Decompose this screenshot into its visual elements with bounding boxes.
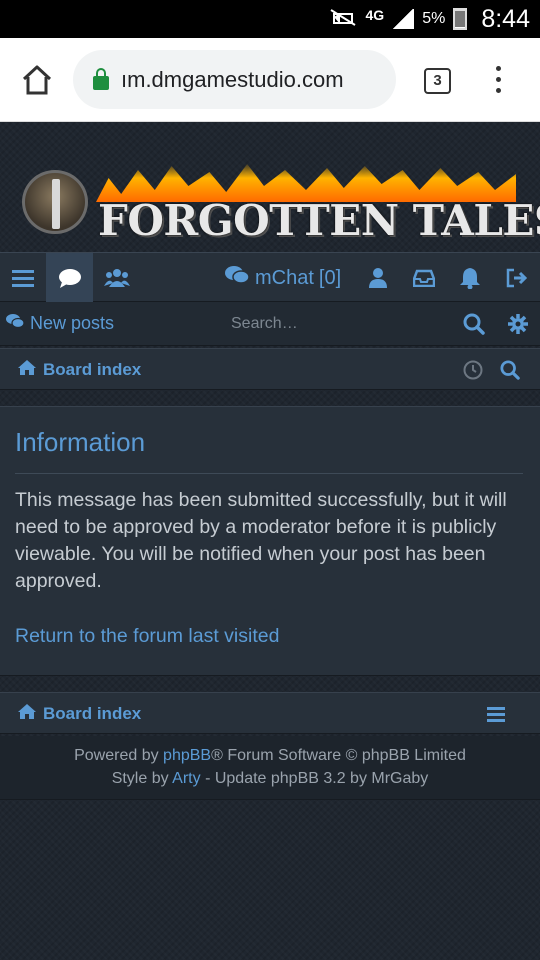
search-icon[interactable] <box>458 299 490 349</box>
breadcrumb-bottom: Board index <box>0 692 540 734</box>
gear-icon[interactable] <box>502 299 534 349</box>
copyright-text: ® Forum Software © phpBB Limited <box>211 747 466 764</box>
arty-link[interactable]: Arty <box>172 770 200 787</box>
mchat-label: mChat <box>255 266 314 289</box>
divider <box>15 473 523 474</box>
mchat-icon <box>224 265 250 291</box>
board-index-label: Board index <box>43 704 142 723</box>
tab-switcher-button[interactable]: 3 <box>424 68 451 94</box>
powered-by-text: Powered by <box>74 747 164 764</box>
android-status-bar: 4G 5% 8:44 <box>0 0 540 38</box>
board-index-label: Board index <box>43 360 142 379</box>
information-heading: Information <box>15 427 146 457</box>
information-panel: Information This message has been submit… <box>0 406 540 676</box>
new-posts-icon <box>5 313 25 334</box>
menu-dots-icon[interactable] <box>490 66 506 96</box>
return-to-forum-link[interactable]: Return to the forum last visited <box>15 625 279 648</box>
breadcrumb-board-index[interactable]: Board index <box>17 703 141 725</box>
search-input[interactable] <box>222 308 450 340</box>
powered-by-line: Powered by phpBB® Forum Software © phpBB… <box>0 736 540 767</box>
site-logo-text: FORGOTTEN TALES <box>98 196 540 245</box>
new-posts-label: New posts <box>30 313 115 333</box>
house-icon <box>17 703 37 725</box>
new-posts-link[interactable]: New posts <box>5 313 114 334</box>
style-by-text: Style by <box>111 770 173 787</box>
logo-shield <box>22 170 88 234</box>
logout-icon[interactable] <box>496 253 538 303</box>
page-footer: Powered by phpBB® Forum Software © phpBB… <box>0 736 540 800</box>
forum-page: FORGOTTEN TALES mChat [0] New posts Sear… <box>0 122 540 960</box>
users-icon[interactable] <box>96 253 138 303</box>
bell-icon[interactable] <box>450 253 490 303</box>
chat-bubble-icon[interactable] <box>46 253 93 303</box>
user-icon[interactable] <box>358 253 398 303</box>
clock-icon[interactable] <box>459 345 487 395</box>
mute-icon <box>328 7 358 32</box>
phpbb-link[interactable]: phpBB <box>163 747 211 764</box>
search-icon[interactable] <box>494 345 526 395</box>
mchat-link[interactable]: mChat [0] <box>224 265 341 291</box>
house-icon <box>17 359 37 381</box>
information-message: This message has been submitted successf… <box>15 489 507 592</box>
url-text: ım.dmgamestudio.com <box>121 66 344 92</box>
signal-icon <box>392 9 415 29</box>
update-credit-text: - Update phpBB 3.2 by MrGaby <box>200 770 429 787</box>
site-banner[interactable]: FORGOTTEN TALES <box>0 122 540 250</box>
address-bar[interactable]: ım.dmgamestudio.com <box>73 50 396 109</box>
inbox-icon[interactable] <box>404 253 444 303</box>
battery-percent: 5% <box>422 10 446 27</box>
breadcrumb-top: Board index <box>0 348 540 390</box>
hamburger-icon[interactable] <box>0 253 46 303</box>
hamburger-icon[interactable] <box>480 689 512 739</box>
battery-icon <box>453 8 468 30</box>
style-by-line: Style by Arty - Update phpBB 3.2 by MrGa… <box>0 767 540 790</box>
clock-time: 8:44 <box>481 4 530 33</box>
breadcrumb-board-index[interactable]: Board index <box>17 359 141 381</box>
browser-toolbar: ım.dmgamestudio.com 3 <box>0 38 540 122</box>
network-type: 4G <box>365 7 385 23</box>
lock-icon <box>93 67 109 90</box>
quick-links-bar: New posts <box>0 302 540 346</box>
main-navbar: mChat [0] <box>0 252 540 303</box>
home-icon[interactable] <box>20 64 54 96</box>
mchat-count: [0] <box>318 266 342 289</box>
